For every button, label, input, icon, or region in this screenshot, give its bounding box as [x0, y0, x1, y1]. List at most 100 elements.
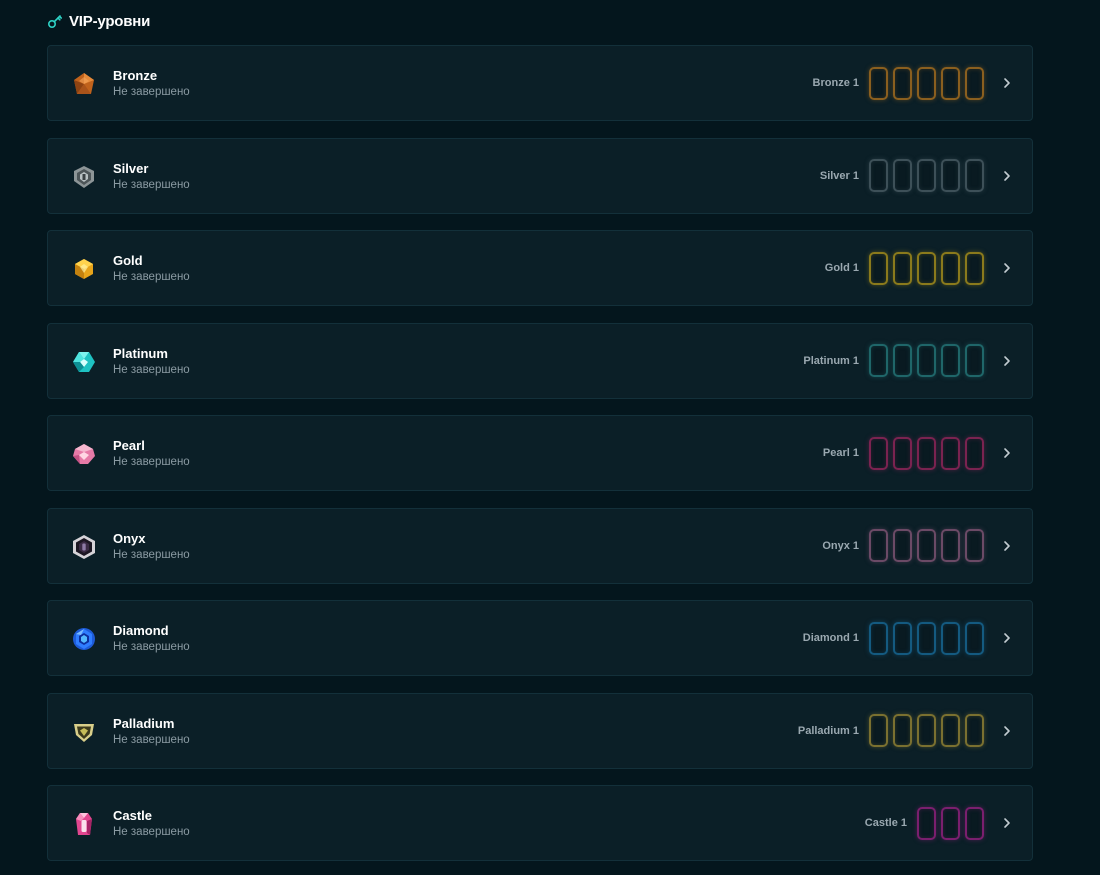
- sublevel-label: Castle 1: [864, 817, 907, 829]
- level-progress-area: Pearl 1: [823, 416, 1016, 490]
- sublevel-progress-box: [941, 621, 960, 655]
- vip-level-card-gold[interactable]: Gold Не завершено Gold 1: [47, 230, 1033, 306]
- chevron-right-icon[interactable]: [1000, 76, 1014, 90]
- sublevel-progress-box: [893, 714, 912, 747]
- sublevel-progress-box: [917, 714, 936, 747]
- chevron-right-icon[interactable]: [1000, 539, 1014, 553]
- sublevel-progress-box: [917, 344, 936, 377]
- level-text: Silver Не завершено: [113, 161, 190, 193]
- sublevel-progress-box: [965, 66, 984, 100]
- section-header: VIP-уровни: [47, 9, 150, 33]
- sublevel-progress-box: [965, 621, 984, 655]
- level-progress-area: Castle 1: [865, 786, 1016, 860]
- sublevel-progress-box: [869, 66, 888, 100]
- level-text: Pearl Не завершено: [113, 438, 190, 470]
- chevron-right-icon[interactable]: [1000, 724, 1014, 738]
- sublevel-progress-box: [893, 436, 912, 470]
- chevron-right-icon[interactable]: [1000, 816, 1014, 830]
- sublevel-progress-box: [965, 344, 984, 377]
- sublevel-progress-box: [917, 529, 936, 562]
- level-name: Diamond: [113, 623, 169, 638]
- level-text: Diamond Не завершено: [113, 623, 190, 655]
- sublevel-progress-box: [869, 344, 888, 377]
- vip-level-card-pearl[interactable]: Pearl Не завершено Pearl 1: [47, 415, 1033, 491]
- sublevel-progress-box: [965, 159, 984, 192]
- level-status: Не завершено: [113, 456, 190, 468]
- chevron-right-icon[interactable]: [1000, 446, 1014, 460]
- vip-level-card-onyx[interactable]: Onyx Не завершено Onyx 1: [47, 507, 1033, 584]
- sublevel-label: Bronze 1: [812, 77, 859, 89]
- sublevel-progress-box: [965, 806, 984, 840]
- vip-level-card-castle[interactable]: Castle Не завершено Castle 1: [47, 785, 1033, 861]
- sublevel-progress-box: [869, 714, 888, 747]
- gold-gem-icon: [70, 255, 98, 283]
- castle-crystal-icon: [70, 810, 98, 838]
- sublevel-progress-box: [893, 159, 912, 192]
- level-progress-area: Onyx 1: [822, 509, 1016, 583]
- sublevel-progress-box: [869, 159, 888, 192]
- level-name: Gold: [113, 253, 143, 268]
- sublevel-label: Palladium 1: [797, 724, 859, 737]
- sublevel-progress-boxes: [869, 714, 984, 747]
- sublevel-progress-boxes: [869, 159, 984, 192]
- sublevel-progress-box: [893, 66, 912, 100]
- level-name: Onyx: [113, 530, 146, 546]
- sublevel-progress-boxes: [869, 251, 984, 285]
- onyx-shield-icon: [70, 533, 98, 561]
- chevron-right-icon[interactable]: [1000, 261, 1014, 275]
- sublevel-progress-box: [917, 251, 936, 285]
- sublevel-label: Onyx 1: [822, 539, 859, 552]
- sublevel-label: Gold 1: [824, 262, 859, 274]
- level-name: Platinum: [113, 345, 168, 361]
- level-name: Pearl: [113, 438, 145, 453]
- level-status: Не завершено: [113, 86, 190, 98]
- platinum-gem-icon: [70, 348, 98, 376]
- level-text: Gold Не завершено: [113, 253, 190, 285]
- vip-level-card-platinum[interactable]: Platinum Не завершено Platinum 1: [47, 322, 1033, 399]
- level-text: Palladium Не завершено: [113, 716, 190, 748]
- level-text: Castle Не завершено: [113, 808, 190, 840]
- sublevel-progress-boxes: [917, 806, 984, 840]
- sublevel-progress-box: [869, 251, 888, 285]
- sublevel-progress-box: [941, 806, 960, 840]
- chevron-right-icon[interactable]: [1000, 354, 1014, 368]
- chevron-right-icon[interactable]: [1000, 631, 1014, 645]
- level-status: Не завершено: [113, 641, 190, 653]
- vip-level-list: Bronze Не завершено Bronze 1 Silver Не завер…: [47, 45, 1033, 875]
- vip-level-card-silver[interactable]: Silver Не завершено Silver 1: [47, 137, 1033, 214]
- vip-level-card-palladium[interactable]: Palladium Не завершено Palladium 1: [47, 692, 1033, 769]
- level-status: Не завершено: [113, 733, 190, 746]
- level-progress-area: Diamond 1: [803, 601, 1016, 675]
- sublevel-progress-box: [941, 436, 960, 470]
- level-name: Silver: [113, 160, 149, 176]
- level-text: Bronze Не завершено: [113, 68, 190, 100]
- sublevel-progress-box: [965, 436, 984, 470]
- vip-level-card-bronze[interactable]: Bronze Не завершено Bronze 1: [47, 45, 1033, 121]
- sublevel-progress-box: [941, 529, 960, 562]
- palladium-shield-icon: [70, 718, 98, 746]
- sublevel-progress-box: [965, 251, 984, 285]
- sublevel-progress-box: [893, 344, 912, 377]
- level-status: Не завершено: [113, 363, 190, 376]
- vip-level-card-diamond[interactable]: Diamond Не завершено Diamond 1: [47, 600, 1033, 676]
- level-status: Не завершено: [113, 271, 190, 283]
- bronze-gem-icon: [70, 70, 98, 98]
- level-status: Не завершено: [113, 178, 190, 191]
- key-icon: [47, 13, 63, 29]
- sublevel-progress-box: [941, 251, 960, 285]
- diamond-gem-icon: [70, 625, 98, 653]
- level-progress-area: Silver 1: [820, 139, 1016, 213]
- level-name: Palladium: [113, 715, 175, 731]
- sublevel-progress-box: [941, 66, 960, 100]
- level-progress-area: Bronze 1: [813, 46, 1016, 120]
- sublevel-label: Platinum 1: [803, 354, 859, 367]
- level-progress-area: Platinum 1: [803, 324, 1016, 398]
- sublevel-progress-boxes: [869, 529, 984, 562]
- chevron-right-icon[interactable]: [1000, 169, 1014, 183]
- sublevel-progress-boxes: [869, 436, 984, 470]
- pearl-gem-icon: [70, 440, 98, 468]
- sublevel-progress-box: [917, 66, 936, 100]
- sublevel-progress-box: [869, 529, 888, 562]
- sublevel-progress-box: [965, 529, 984, 562]
- level-name: Castle: [113, 808, 153, 823]
